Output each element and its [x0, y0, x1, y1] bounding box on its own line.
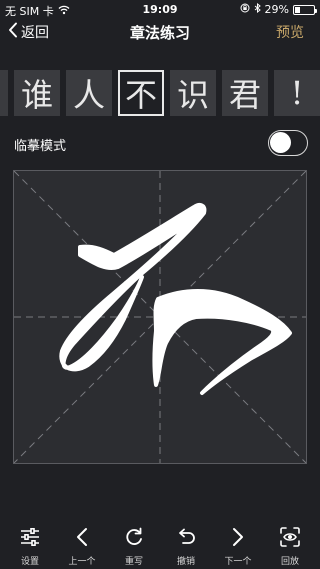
replay-icon: [279, 526, 301, 548]
replay-label: 回放: [280, 557, 299, 567]
tracing-mode-toggle[interactable]: [268, 130, 308, 156]
character-cell-partial[interactable]: [0, 70, 8, 116]
character-cell[interactable]: 人: [66, 70, 112, 116]
chevron-right-icon: [227, 526, 249, 548]
character-strip-inner: 谁 人 不 识 君 !: [0, 70, 320, 116]
chevron-left-icon: [71, 526, 93, 548]
bottom-toolbar: 设置 上一个 重写 撤销 下一个 回放: [0, 526, 320, 569]
rewrite-button[interactable]: 重写: [116, 526, 152, 569]
orientation-lock-icon: [240, 3, 250, 16]
character-strip: 谁 人 不 识 君 !: [0, 68, 320, 118]
character-cell[interactable]: !: [274, 70, 320, 116]
toggle-knob: [270, 132, 291, 153]
previous-label: 上一个: [68, 557, 96, 567]
settings-label: 设置: [20, 557, 39, 567]
sliders-icon: [19, 526, 41, 548]
app-screen: 无 SIM 卡 19:09 29% 返回 章法练习 预览 谁 人 不 识 君 !…: [0, 0, 320, 569]
battery-level: [295, 6, 301, 13]
page-title: 章法练习: [129, 24, 190, 42]
rewrite-label: 重写: [124, 557, 143, 567]
character-cell[interactable]: 谁: [14, 70, 60, 116]
battery-icon: [293, 4, 317, 15]
nav-bar: 返回 章法练习 预览: [0, 20, 320, 44]
undo-button[interactable]: 撤销: [168, 526, 204, 569]
tracing-mode-label: 临摹模式: [14, 139, 67, 154]
character-cell[interactable]: 君: [222, 70, 268, 116]
next-label: 下一个: [224, 557, 252, 567]
undo-label: 撤销: [176, 557, 195, 567]
battery-percent: 29%: [264, 3, 289, 16]
writing-canvas[interactable]: [13, 170, 307, 464]
character-cell-selected[interactable]: 不: [118, 70, 164, 116]
settings-button[interactable]: 设置: [12, 526, 48, 569]
replay-button[interactable]: 回放: [272, 526, 308, 569]
status-right: 29%: [240, 2, 317, 16]
canvas-grid: [14, 171, 306, 463]
character-cell[interactable]: 识: [170, 70, 216, 116]
previous-button[interactable]: 上一个: [64, 526, 100, 569]
preview-button[interactable]: 预览: [276, 22, 304, 42]
undo-icon: [175, 526, 197, 548]
next-button[interactable]: 下一个: [220, 526, 256, 569]
redo-icon: [123, 526, 145, 548]
handwriting-stroke: [59, 203, 292, 395]
status-bar: 无 SIM 卡 19:09 29%: [0, 0, 320, 20]
bluetooth-icon: [254, 2, 261, 16]
tracing-mode-row: 临摹模式: [0, 130, 320, 158]
